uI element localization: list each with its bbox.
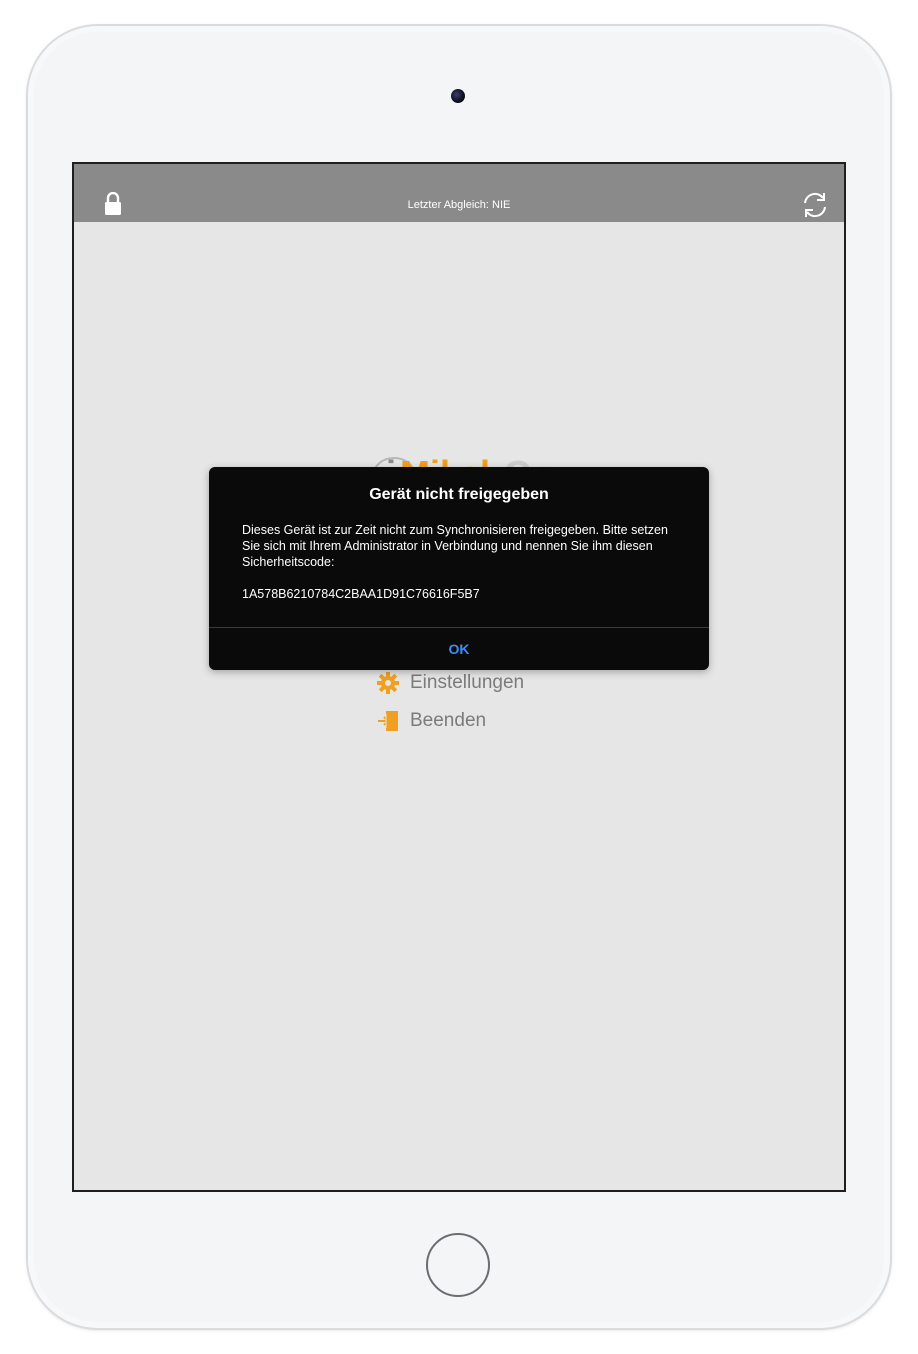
ok-button[interactable]: OK (209, 628, 709, 670)
gear-icon (376, 671, 400, 695)
app-screen: Letzter Abgleich: NIE i Mikel Go (74, 164, 844, 1190)
camera-icon (451, 89, 465, 103)
sync-icon[interactable] (800, 191, 830, 219)
screen: Letzter Abgleich: NIE i Mikel Go (72, 162, 846, 1192)
dialog-message: Dieses Gerät ist zur Zeit nicht zum Sync… (242, 523, 668, 601)
menu-item-label: Einstellungen (410, 672, 525, 693)
last-sync-label: Letzter Abgleich: NIE (407, 199, 511, 211)
menu-item-exit[interactable]: Beenden (376, 702, 524, 740)
top-bar: Letzter Abgleich: NIE (74, 164, 844, 222)
menu-item-label: Beenden (410, 710, 487, 731)
main-menu: Einstellungen Beenden (376, 664, 524, 740)
exit-icon (376, 709, 400, 733)
home-button[interactable] (426, 1233, 490, 1297)
alert-dialog: Gerät nicht freigegeben Dieses Gerät ist… (209, 467, 709, 670)
dialog-title: Gerät nicht freigegeben (369, 486, 549, 503)
